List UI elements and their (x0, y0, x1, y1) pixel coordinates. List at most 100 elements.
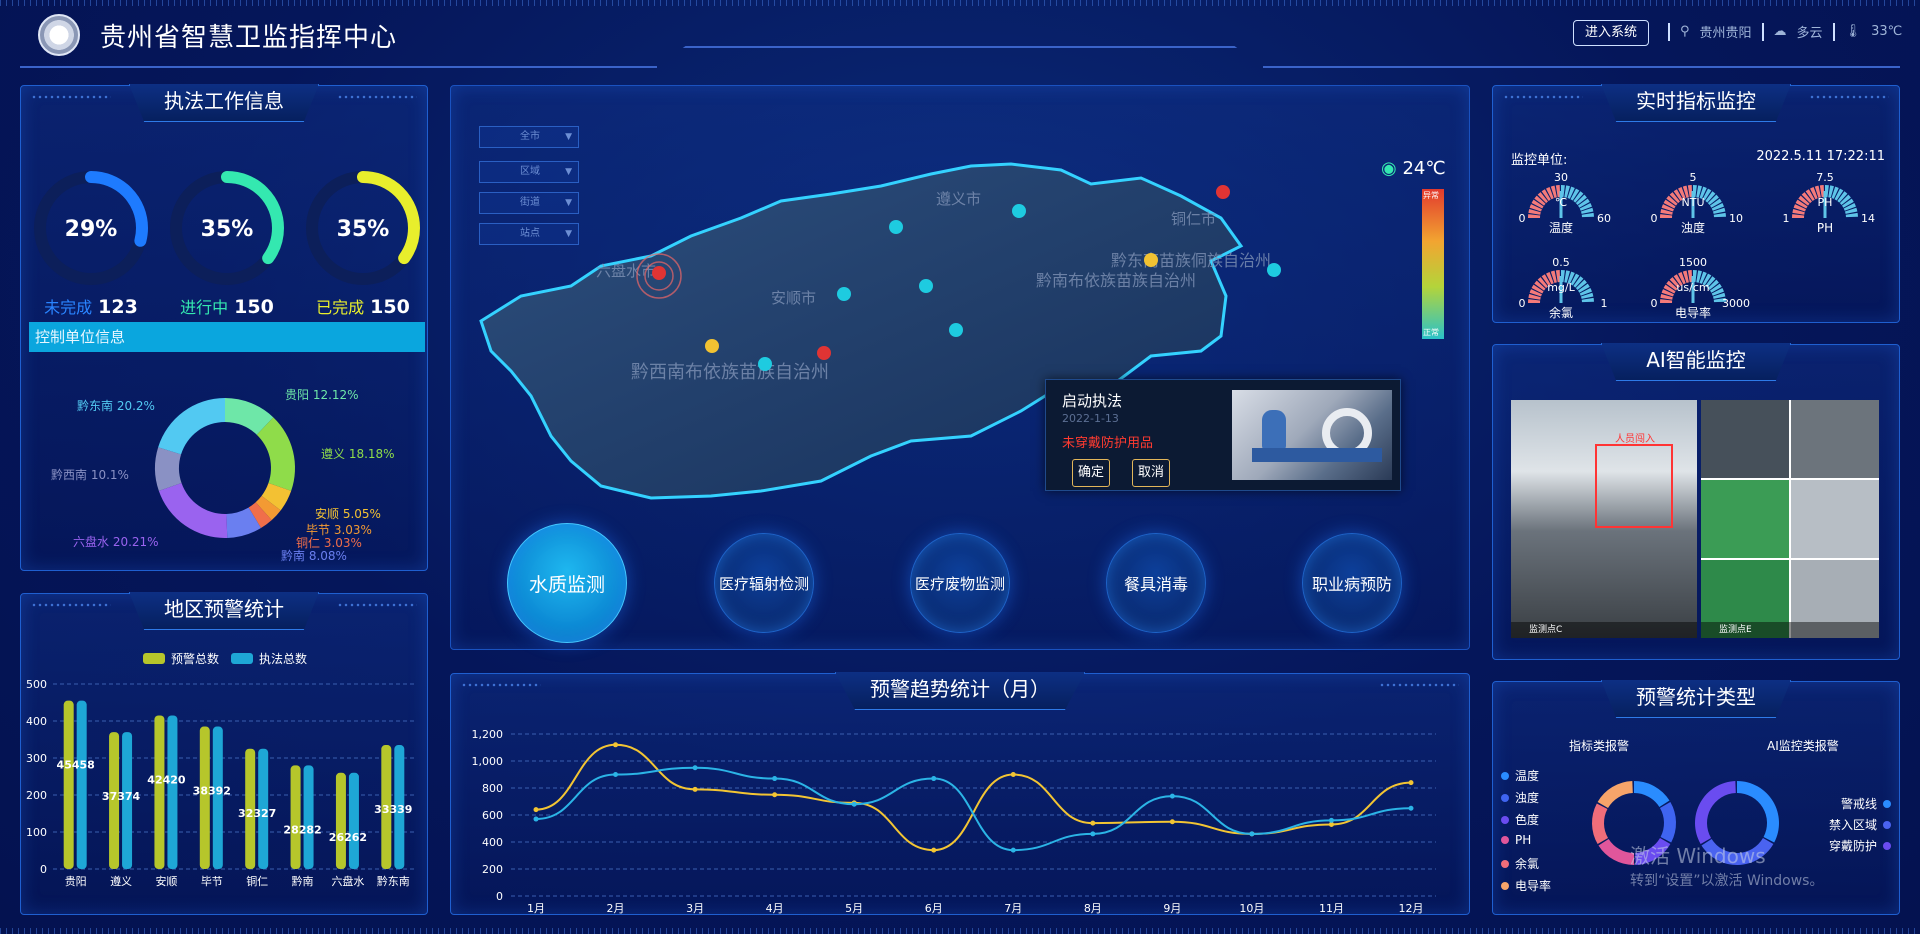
region-alert-panel: 地区预警统计 预警总数 执法总数 0 100 200 300 400 500 45458 贵阳… (20, 592, 428, 915)
data-point (692, 765, 698, 771)
ring-chart: 35% (170, 171, 284, 285)
y-tick-label: 0 (40, 863, 47, 876)
header-line-right (1263, 66, 1900, 68)
tableware-disinfection-button[interactable]: 餐具消毒 (1106, 533, 1206, 633)
gauge-min: 1 (1783, 212, 1790, 225)
x-tick-label: 安顺 (155, 874, 177, 888)
gauge-max: 14 (1861, 212, 1875, 225)
control-unit-header: 控制单位信息 (29, 322, 425, 352)
gauge-unit: us/cm (1676, 281, 1709, 294)
y-tick-label: 1,000 (472, 755, 504, 768)
svg-text:黔西南布依族苗族自治州: 黔西南布依族苗族自治州 (631, 362, 829, 383)
x-tick-label: 8月 (1084, 902, 1102, 914)
popup-confirm-button[interactable]: 确定 (1072, 459, 1110, 487)
gauge-max-mid: 7.5 (1816, 171, 1834, 184)
donut-slice (154, 447, 182, 491)
filter-city[interactable]: 全市 (479, 126, 579, 148)
map-marker (919, 279, 933, 293)
camera-feed-c[interactable]: 人员闯入 监测点C (1511, 400, 1697, 638)
data-point (1090, 820, 1096, 826)
popup-cancel-button[interactable]: 取消 (1132, 459, 1170, 487)
realtime-panel: 实时指标监控 监控单位: 2022.5.11 17:22:11 30 ℃ 0 60 温度… (1492, 84, 1900, 323)
gauge-name: 余氯 (1549, 305, 1573, 320)
windows-watermark: 激活 Windows (1630, 844, 1766, 868)
ring-chart: 29% (34, 171, 148, 285)
trend-panel: 预警趋势统计（月） 0 200 400 600 800 1,000 1,200 1月 2月 3月 4… (450, 672, 1470, 915)
gauge-min: 0 (1651, 212, 1658, 225)
gauge-max-mid: 1500 (1679, 256, 1707, 269)
data-point (772, 776, 778, 782)
data-point (851, 801, 857, 807)
enter-system-button[interactable]: 进入系统 (1573, 20, 1649, 46)
header-line-left (20, 66, 657, 68)
camera-label: 监测点E (1701, 622, 1879, 638)
gauge-max: 3000 (1722, 297, 1750, 310)
ring-unfinished: 29% 未完成 123 (29, 166, 153, 318)
bar (167, 715, 178, 869)
realtime-panel-title: 实时指标监控 (1601, 84, 1791, 122)
ring-finished: 35% 已完成 150 (301, 166, 425, 318)
map-marker (837, 287, 851, 301)
x-tick-label: 毕节 (201, 875, 223, 888)
gauge-segment (1660, 299, 1673, 303)
water-quality-button[interactable]: 水质监测 (507, 523, 627, 643)
intrusion-box: 人员闯入 (1595, 434, 1673, 528)
donut-label: 贵阳 12.12% (285, 388, 359, 402)
bar-value-label: 32327 (238, 807, 276, 820)
gauge-segment (1792, 214, 1805, 218)
x-tick-label: 4月 (766, 902, 784, 914)
x-tick-label: 10月 (1239, 902, 1264, 914)
ring-label: 未完成 (44, 298, 93, 317)
donut-slice (158, 483, 228, 538)
bar (290, 765, 301, 869)
medical-radiation-button[interactable]: 医疗辐射检测 (714, 533, 814, 633)
gauge-name: 浊度 (1681, 220, 1705, 235)
data-point (613, 742, 619, 748)
ring-value: 150 (370, 296, 410, 318)
svg-text:六盘水市: 六盘水市 (596, 262, 656, 280)
popup-snapshot-image (1232, 390, 1392, 480)
x-tick-label: 2月 (607, 902, 625, 914)
data-point (1169, 819, 1175, 825)
temperature-text: 33℃ (1871, 24, 1903, 39)
gauge-max: 10 (1729, 212, 1743, 225)
map-marker (1144, 253, 1158, 267)
gauge-unit: ℃ (1555, 196, 1567, 209)
type-donut-slice (1659, 802, 1676, 843)
map-panel: 全市 区域 街道 站点 ◉ 24℃ 异常 正常 六盘水市 安顺市 遵义市 铜仁市… (450, 85, 1470, 650)
map-marker (817, 346, 831, 360)
monitor-datetime: 2022.5.11 17:22:11 (1756, 149, 1885, 164)
bar-value-label: 26262 (329, 831, 367, 844)
location-text: 贵州贵阳 (1699, 26, 1752, 41)
data-point (1090, 831, 1096, 837)
bar (63, 700, 74, 869)
x-tick-label: 12月 (1399, 902, 1424, 914)
map-marker (889, 220, 903, 234)
gauge-segment (1528, 299, 1541, 303)
medical-waste-button[interactable]: 医疗废物监测 (910, 533, 1010, 633)
x-tick-label: 1月 (527, 902, 545, 914)
donut-label: 黔西南 10.1% (51, 468, 129, 482)
dots-decoration (461, 682, 541, 688)
y-tick-label: 1,200 (472, 728, 504, 741)
occupational-disease-button[interactable]: 职业病预防 (1302, 533, 1402, 633)
bar (199, 726, 210, 869)
type-donut-slice (1597, 781, 1633, 808)
gauge-name: PH (1817, 221, 1833, 235)
cloud-icon: ☁ (1773, 24, 1787, 39)
map-marker (1012, 204, 1026, 218)
y-tick-label: 0 (496, 890, 503, 903)
type-donut-slice (1634, 781, 1670, 807)
gauge-segment (1528, 214, 1541, 218)
camera-feed-e[interactable]: 监测点E (1701, 400, 1879, 638)
bar (335, 772, 346, 869)
gauge-min: 0 (1519, 212, 1526, 225)
bar (76, 700, 87, 869)
data-point (1328, 817, 1334, 823)
ring-label: 已完成 (316, 298, 365, 317)
weather-text: 多云 (1796, 26, 1823, 41)
bottom-tick-decoration (0, 928, 1920, 934)
popup-title: 启动执法 (1062, 392, 1123, 410)
map-marker (1267, 263, 1281, 277)
data-point (1010, 772, 1016, 777)
